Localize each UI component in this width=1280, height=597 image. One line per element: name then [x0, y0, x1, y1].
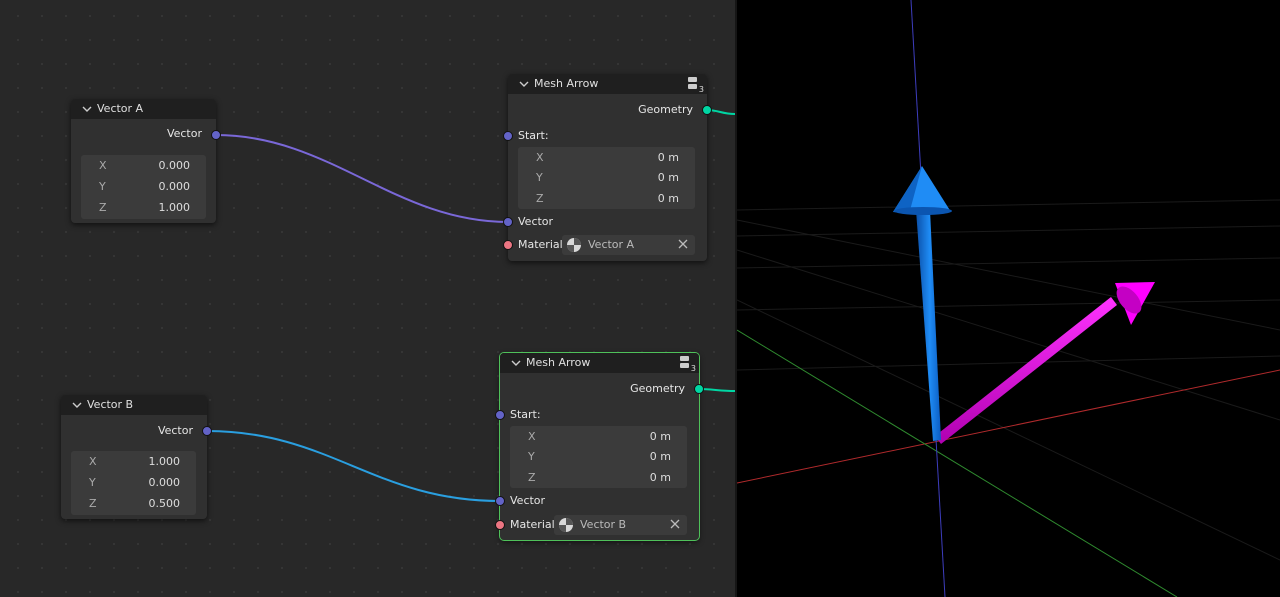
node-title: Vector A: [97, 102, 144, 115]
mesh-arrow-b-node[interactable]: Mesh Arrow 3 Geometry Start: X0 m Y0 m Z…: [495, 352, 704, 541]
x-field[interactable]: X 0.000: [81, 155, 206, 176]
node-header[interactable]: Vector A: [71, 99, 216, 119]
material-name: Vector B: [580, 518, 627, 531]
y-field[interactable]: Y0 m: [510, 446, 687, 467]
y-axis-line: [737, 329, 1178, 597]
vector-value-box[interactable]: X 0.000 Y 0.000 Z 1.000: [81, 155, 206, 219]
node-group-icon[interactable]: 3: [679, 355, 696, 373]
magenta-arrow: [935, 282, 1155, 444]
x-field[interactable]: X 1.000: [71, 451, 196, 472]
material-input-socket[interactable]: [495, 520, 505, 530]
vector-input-socket[interactable]: [503, 217, 513, 227]
material-field[interactable]: Vector B: [554, 515, 687, 535]
z-field[interactable]: Z 1.000: [81, 197, 206, 218]
vector-input-label: Vector: [518, 215, 554, 228]
material-name: Vector A: [588, 238, 635, 251]
geometry-output-socket[interactable]: [702, 105, 712, 115]
link-vector-a[interactable]: [215, 134, 509, 223]
vector-a-node[interactable]: Vector A Vector X 0.000 Y 0.000 Z 1.000: [71, 99, 221, 223]
node-header[interactable]: Vector B: [61, 395, 207, 415]
chevron-down-icon[interactable]: [71, 399, 83, 411]
node-title: Mesh Arrow: [526, 356, 591, 369]
chevron-down-icon[interactable]: [81, 103, 93, 115]
link-geometry-b[interactable]: [698, 388, 735, 392]
3d-viewport[interactable]: [737, 0, 1280, 597]
start-input-label: Start:: [518, 129, 549, 142]
y-field[interactable]: Y 0.000: [71, 472, 196, 493]
chevron-down-icon[interactable]: [518, 78, 530, 90]
node-group-icon[interactable]: 3: [687, 76, 704, 94]
vector-output-socket[interactable]: [202, 426, 212, 436]
start-value-box[interactable]: X0 m Y0 m Z0 m: [510, 426, 687, 488]
link-vector-b[interactable]: [206, 430, 501, 502]
vector-b-node[interactable]: Vector B Vector X 1.000 Y 0.000 Z 0.500: [61, 395, 212, 519]
close-icon[interactable]: [669, 518, 681, 530]
vector-output-socket[interactable]: [211, 130, 221, 140]
start-input-socket[interactable]: [503, 131, 513, 141]
geometry-output-socket[interactable]: [694, 384, 704, 394]
mesh-arrow-a-node[interactable]: Mesh Arrow 3 Geometry Start: X0 m Y0 m Z…: [503, 74, 712, 261]
vector-input-label: Vector: [510, 494, 546, 507]
start-input-label: Start:: [510, 408, 541, 421]
geometry-output-label: Geometry: [638, 103, 693, 116]
start-input-socket[interactable]: [495, 410, 505, 420]
z-field[interactable]: Z0 m: [518, 188, 695, 209]
node-title: Vector B: [87, 398, 134, 411]
blue-arrow: [893, 166, 952, 441]
start-value-box[interactable]: X0 m Y0 m Z0 m: [518, 147, 695, 209]
node-title: Mesh Arrow: [534, 77, 599, 90]
z-field[interactable]: Z 0.500: [71, 493, 196, 514]
vector-output-label: Vector: [166, 127, 202, 140]
material-input-label: Material:: [510, 518, 559, 531]
node-header[interactable]: Mesh Arrow 3: [500, 353, 699, 373]
chevron-down-icon[interactable]: [510, 357, 522, 369]
material-icon: [567, 238, 581, 252]
close-icon[interactable]: [677, 238, 689, 250]
node-header[interactable]: Mesh Arrow 3: [508, 74, 707, 94]
viewport-scene: [737, 0, 1280, 597]
vector-output-label: Vector: [157, 424, 193, 437]
y-field[interactable]: Y0 m: [518, 167, 695, 188]
x-field[interactable]: X0 m: [518, 147, 695, 168]
geometry-output-label: Geometry: [630, 382, 685, 395]
z-field[interactable]: Z0 m: [510, 467, 687, 488]
material-input-label: Material:: [518, 238, 567, 251]
x-field[interactable]: X0 m: [510, 426, 687, 447]
y-field[interactable]: Y 0.000: [81, 176, 206, 197]
vector-value-box[interactable]: X 1.000 Y 0.000 Z 0.500: [71, 451, 196, 515]
material-input-socket[interactable]: [503, 240, 513, 250]
material-field[interactable]: Vector A: [562, 235, 695, 255]
material-icon: [559, 518, 573, 532]
node-editor[interactable]: Vector A Vector X 0.000 Y 0.000 Z 1.000 Vec…: [0, 0, 735, 597]
vector-input-socket[interactable]: [495, 496, 505, 506]
